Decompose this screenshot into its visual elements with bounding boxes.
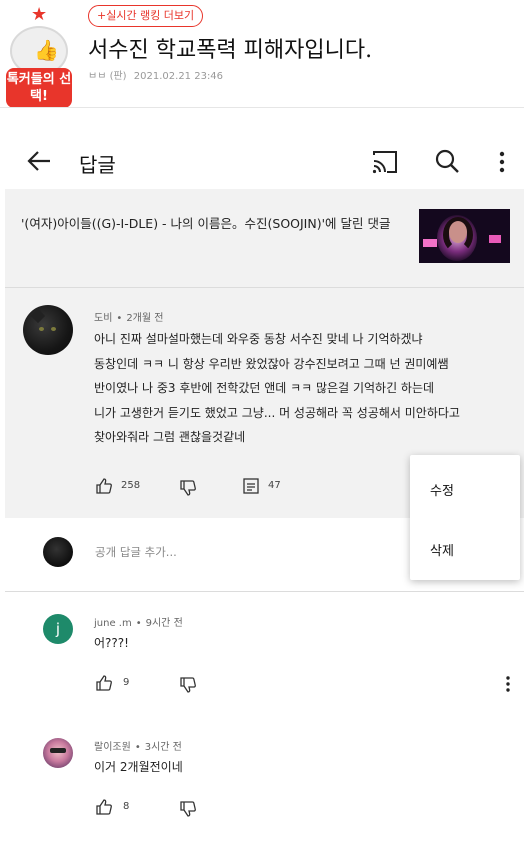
reply-count: 47 — [268, 480, 281, 491]
comment-time: 2개월 전 — [126, 313, 164, 324]
app-bar: 답글 — [5, 137, 524, 187]
comment-options-menu: 수정 삭제 — [410, 455, 520, 580]
like-count: 8 — [123, 801, 130, 812]
reply-time: 3시간 전 — [144, 742, 182, 753]
comment-author[interactable]: 도비 — [94, 313, 112, 324]
post-author[interactable]: ㅂㅂ (판) — [88, 71, 127, 82]
like-icon[interactable] — [95, 674, 113, 692]
like-count: 258 — [121, 480, 141, 491]
more-vert-icon[interactable] — [490, 149, 514, 175]
reply-actions: 8 — [5, 798, 524, 818]
video-thumbnail[interactable] — [419, 209, 510, 263]
video-title[interactable]: '(여자)아이들((G)-I-DLE) - 나의 이름은。수진(SOOJIN)'… — [21, 213, 401, 235]
thumbs-up-icon: 👍 — [34, 38, 59, 62]
reply-meta: june .m • 9시간 전 — [94, 618, 183, 629]
star-icon: ★ — [31, 4, 48, 25]
avatar[interactable] — [23, 305, 73, 355]
reply-time: 9시간 전 — [145, 618, 183, 629]
delete-menu-item[interactable]: 삭제 — [430, 540, 454, 559]
dislike-icon[interactable] — [179, 676, 197, 694]
back-arrow-icon[interactable] — [25, 147, 53, 175]
post-meta: ㅂㅂ (판) 2021.02.21 23:46 — [88, 67, 227, 82]
reply-meta: 랄이조원 • 3시간 전 — [94, 742, 182, 753]
reply-text: 이거 2개월전이네 — [94, 760, 183, 774]
comment-line: 동창인데 ㅋㅋ 니 항상 우리반 왔었잖아 강수진보려고 그때 넌 권미예쌤 — [94, 356, 449, 371]
like-icon[interactable] — [95, 798, 113, 816]
like-icon[interactable] — [95, 477, 113, 495]
reply-actions: 9 — [5, 674, 524, 694]
cast-icon[interactable] — [371, 149, 399, 175]
reply-input[interactable]: 공개 답글 추가... — [95, 544, 177, 560]
comment-meta: 도비 • 2개월 전 — [94, 313, 164, 324]
post-title: 서수진 학교폭력 피해자입니다. — [88, 38, 373, 63]
reply-comment-icon[interactable] — [242, 477, 260, 495]
comment-line: 니가 고생한거 듣기도 했었고 그냥... 머 성공해라 꼭 성공해서 미안하다… — [94, 405, 460, 420]
like-count: 9 — [123, 677, 130, 688]
avatar[interactable]: j — [43, 614, 73, 644]
avatar — [43, 537, 73, 567]
reply-screenshot: 답글 '(여자)아이들((G)-I-DLE) - 나의 이름은。수진(SOOJI… — [5, 111, 524, 857]
badge-label: 톡커들의 선택! — [6, 68, 72, 108]
avatar[interactable] — [43, 738, 73, 768]
reply-author[interactable]: 랄이조원 — [94, 742, 131, 753]
comment-line: 반이였나 나 중3 후반에 전학갔던 앤데 ㅋㅋ 많은걸 기억하긴 하는데 — [94, 381, 435, 395]
reply-text: 어???! — [94, 636, 129, 650]
reply-author[interactable]: june .m — [94, 618, 132, 629]
more-vert-icon[interactable] — [500, 674, 516, 694]
post-date: 2021.02.21 23:46 — [133, 71, 224, 82]
tokker-choice-badge: ★ 👍 톡커들의 선택! — [4, 4, 74, 108]
divider — [5, 591, 524, 592]
comment-line: 아니 진짜 설마설마했는데 와우중 동창 서수진 맞네 나 기억하겠냐 — [94, 332, 423, 346]
realtime-ranking-link[interactable]: +실시간 랭킹 더보기 — [88, 5, 204, 27]
search-icon[interactable] — [433, 147, 461, 175]
post-header: ★ 👍 톡커들의 선택! +실시간 랭킹 더보기 서수진 학교폭력 피해자입니다… — [0, 0, 524, 108]
dislike-icon[interactable] — [179, 479, 197, 497]
comment-line: 찾아와줘라 그럼 괜찮을것같네 — [94, 430, 246, 444]
edit-menu-item[interactable]: 수정 — [430, 480, 454, 499]
divider — [0, 107, 524, 108]
divider — [5, 287, 524, 288]
comment-body: 아니 진짜 설마설마했는데 와우중 동창 서수진 맞네 나 기억하겠냐 동창인데… — [94, 327, 506, 450]
dislike-icon[interactable] — [179, 800, 197, 818]
page-title: 답글 — [79, 153, 116, 177]
